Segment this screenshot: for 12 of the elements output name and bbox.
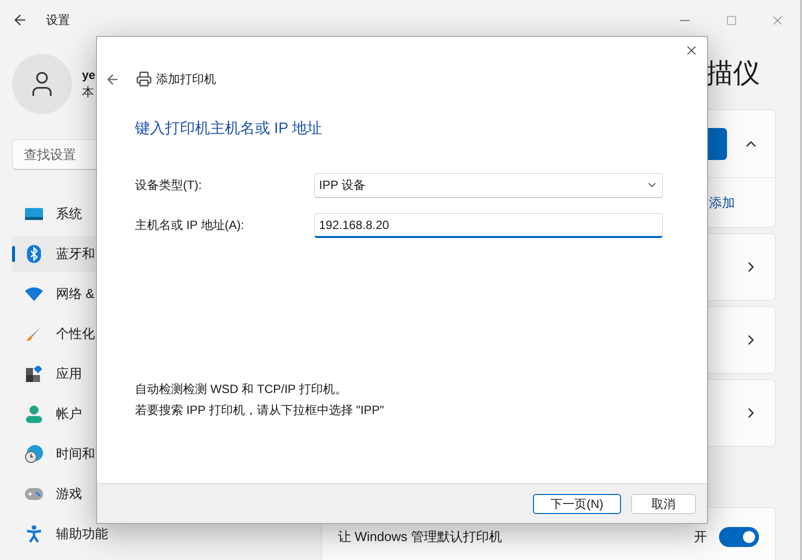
help-text: 自动检测检测 WSD 和 TCP/IP 打印机。 <box>135 380 348 398</box>
user-subtitle: 本 <box>82 84 95 101</box>
field-label: 设备类型(T): <box>135 177 203 194</box>
field-label: 主机名或 IP 地址(A): <box>135 217 246 234</box>
dialog-heading: 键入打印机主机名或 IP 地址 <box>135 119 324 139</box>
window-title: 设置 <box>46 12 70 29</box>
toggle-state: 开 <box>694 528 707 546</box>
user-name: ye <box>82 67 96 83</box>
setting-label: 让 Windows 管理默认打印机 <box>338 528 502 546</box>
help-text: 若要搜索 IPP 打印机，请从下拉框中选择 "IPP" <box>135 402 385 418</box>
dialog-title: 添加打印机 <box>156 71 216 88</box>
page-title: 描仪 <box>706 56 760 90</box>
